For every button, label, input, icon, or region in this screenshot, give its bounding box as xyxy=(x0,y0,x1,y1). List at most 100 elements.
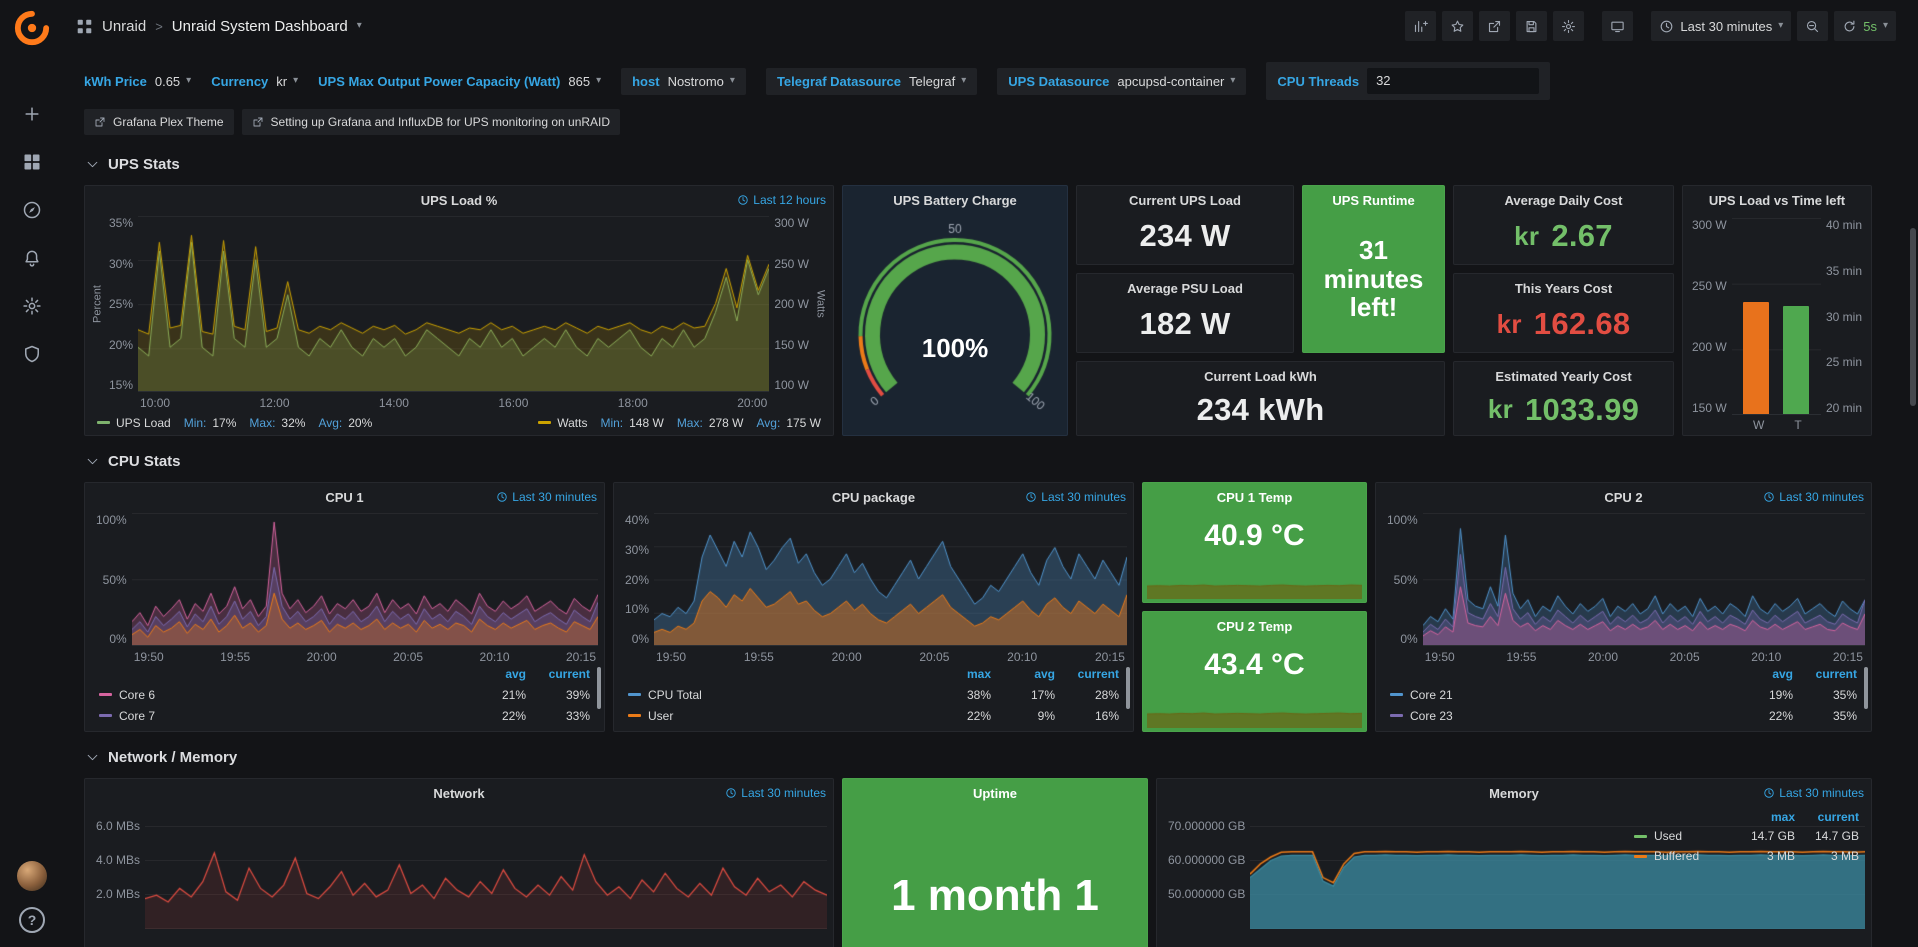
panel-title[interactable]: UPS Battery Charge xyxy=(893,193,1017,208)
navbar: Unraid > Unraid System Dashboard ▾ xyxy=(64,0,1918,52)
tick-label: 20 min xyxy=(1826,401,1862,415)
breadcrumb-folder[interactable]: Unraid xyxy=(102,18,146,35)
mark-favorite-button[interactable] xyxy=(1442,11,1473,41)
legend-col-current[interactable]: current xyxy=(1795,810,1859,824)
variable-value-dropdown[interactable]: apcupsd-container▾ xyxy=(1117,74,1235,89)
panel-title[interactable]: CPU 2 xyxy=(1604,490,1642,505)
series-name[interactable]: Watts xyxy=(557,416,587,430)
tick-label: W xyxy=(1753,418,1764,432)
cpu-package-chart[interactable] xyxy=(654,513,1127,646)
legend-scrollbar[interactable] xyxy=(597,667,601,709)
share-dashboard-button[interactable] xyxy=(1479,11,1510,41)
panel-title[interactable]: Average PSU Load xyxy=(1127,281,1243,296)
panel-title[interactable]: CPU 1 xyxy=(325,490,363,505)
sidebar-item-alerting[interactable] xyxy=(11,237,53,279)
panel-title[interactable]: Estimated Yearly Cost xyxy=(1495,369,1631,384)
section-network-memory[interactable]: Network / Memory xyxy=(86,744,1906,770)
cpu2-chart[interactable] xyxy=(1423,513,1865,646)
stat-value: kr 162.68 xyxy=(1454,302,1673,352)
legend-col-avg[interactable]: avg xyxy=(462,667,526,681)
user-avatar[interactable] xyxy=(17,861,47,891)
series-name[interactable]: Core 23 xyxy=(1390,709,1729,723)
save-dashboard-button[interactable] xyxy=(1516,11,1547,41)
legend-scrollbar[interactable] xyxy=(1126,667,1130,709)
legend-col-max[interactable]: max xyxy=(927,667,991,681)
dashboard-submenu: kWh Price 0.65▾ Currency kr▾ UPS Max Out… xyxy=(64,52,1918,135)
legend-col-max[interactable]: max xyxy=(1731,810,1795,824)
time-range-picker[interactable]: Last 30 minutes ▾ xyxy=(1651,11,1791,41)
series-swatch[interactable] xyxy=(97,421,110,424)
series-name[interactable]: CPU Total xyxy=(628,688,927,702)
ups-load-chart[interactable] xyxy=(138,216,769,392)
legend-col-avg[interactable]: avg xyxy=(991,667,1055,681)
variable-value-dropdown[interactable]: Telegraf▾ xyxy=(909,74,966,89)
tick-label: 200 W xyxy=(1692,340,1727,354)
variable-value-dropdown[interactable]: kr▾ xyxy=(276,74,298,89)
series-name[interactable]: Used xyxy=(1634,829,1731,843)
caret-down-icon[interactable]: ▾ xyxy=(357,21,362,31)
legend-col-avg[interactable]: avg xyxy=(1729,667,1793,681)
sidebar-item-create[interactable] xyxy=(11,93,53,135)
stat-key: Avg: xyxy=(318,416,342,430)
variable-value-dropdown[interactable]: 0.65▾ xyxy=(155,74,191,89)
network-chart[interactable] xyxy=(145,809,827,929)
series-swatch[interactable] xyxy=(538,421,551,424)
ups-stats-row: UPS Load % Last 12 hours Percent 35% 30%… xyxy=(84,185,1906,436)
legend-col-current[interactable]: current xyxy=(526,667,590,681)
variable-value-dropdown[interactable]: 865▾ xyxy=(568,74,601,89)
tick-label: 100% xyxy=(1387,513,1418,527)
series-name[interactable]: UPS Load xyxy=(116,416,171,430)
series-name[interactable]: Core 21 xyxy=(1390,688,1729,702)
tick-label: 20:00 xyxy=(832,650,862,664)
legend-scrollbar[interactable] xyxy=(1864,667,1868,709)
variables-row: kWh Price 0.65▾ Currency kr▾ UPS Max Out… xyxy=(84,62,1902,100)
panel-title[interactable]: Current Load kWh xyxy=(1204,369,1317,384)
panel-title[interactable]: Average Daily Cost xyxy=(1504,193,1622,208)
tick-label: 19:50 xyxy=(134,650,164,664)
series-name[interactable]: Buffered xyxy=(1634,849,1731,863)
panel-title[interactable]: Uptime xyxy=(973,786,1017,801)
panel-title[interactable]: Memory xyxy=(1489,786,1539,801)
refresh-picker[interactable]: 5s ▾ xyxy=(1834,11,1896,41)
section-cpu-stats[interactable]: CPU Stats xyxy=(86,448,1906,474)
panel-title[interactable]: CPU 2 Temp xyxy=(1217,619,1293,634)
panel-title[interactable]: This Years Cost xyxy=(1515,281,1612,296)
bars-chart[interactable] xyxy=(1732,218,1821,415)
page-scrollbar[interactable] xyxy=(1910,228,1916,406)
variable-value-dropdown[interactable]: Nostromo▾ xyxy=(668,74,735,89)
zoom-out-time-button[interactable] xyxy=(1797,11,1828,41)
sidebar-item-server-admin[interactable] xyxy=(11,333,53,375)
sidebar-item-explore[interactable] xyxy=(11,189,53,231)
panel-title[interactable]: UPS Runtime xyxy=(1332,193,1414,208)
cycle-view-button[interactable] xyxy=(1602,11,1633,41)
series-name[interactable]: Core 7 xyxy=(99,709,462,723)
link-grafana-plex-theme[interactable]: Grafana Plex Theme xyxy=(84,109,234,135)
legend-value: 33% xyxy=(526,709,590,723)
tick-label: 35 min xyxy=(1826,264,1862,278)
dashboard-title[interactable]: Unraid System Dashboard xyxy=(172,18,348,35)
legend-row: Core 21 19% 35% xyxy=(1390,684,1857,705)
cpu-threads-input[interactable]: 32 xyxy=(1367,68,1539,94)
series-name[interactable]: User xyxy=(628,709,927,723)
grafana-logo[interactable] xyxy=(12,8,52,48)
panel-title[interactable]: Current UPS Load xyxy=(1129,193,1241,208)
add-panel-button[interactable] xyxy=(1405,11,1436,41)
legend: avg current Core 6 21% 39% Core 7 22% 33… xyxy=(85,664,604,731)
legend-col-current[interactable]: current xyxy=(1055,667,1119,681)
panel-title[interactable]: UPS Load % xyxy=(421,193,498,208)
panel-title[interactable]: UPS Load vs Time left xyxy=(1709,193,1845,208)
panel-title[interactable]: CPU 1 Temp xyxy=(1217,490,1293,505)
panel-title[interactable]: CPU package xyxy=(832,490,915,505)
series-name[interactable]: Core 6 xyxy=(99,688,462,702)
cpu1-chart[interactable] xyxy=(132,513,598,646)
legend-col-current[interactable]: current xyxy=(1793,667,1857,681)
sidebar-item-dashboards[interactable] xyxy=(11,141,53,183)
link-ups-monitoring-guide[interactable]: Setting up Grafana and InfluxDB for UPS … xyxy=(242,109,621,135)
section-ups-stats[interactable]: UPS Stats xyxy=(86,151,1906,177)
star-icon xyxy=(1450,19,1465,34)
sidebar-item-configuration[interactable] xyxy=(11,285,53,327)
dashboard-settings-button[interactable] xyxy=(1553,11,1584,41)
help-icon[interactable]: ? xyxy=(19,907,45,933)
caret-down-icon: ▾ xyxy=(1778,21,1783,31)
panel-title[interactable]: Network xyxy=(433,786,484,801)
